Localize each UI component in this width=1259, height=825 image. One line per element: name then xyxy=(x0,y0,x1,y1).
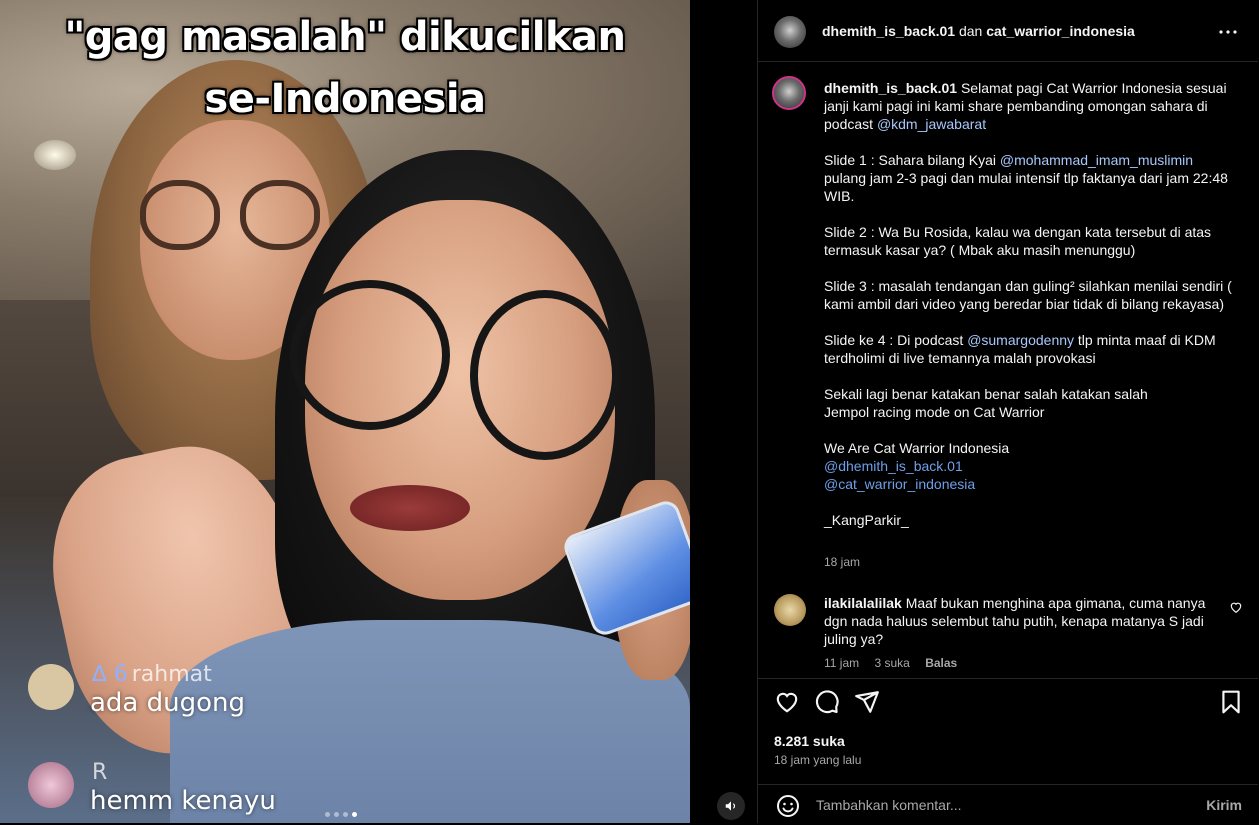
avatar xyxy=(28,762,74,808)
live-comment-name: R xyxy=(92,760,108,785)
post-actions: 8.281 suka 18 jam yang lalu Kirim xyxy=(758,678,1258,824)
caption-signoff: We Are Cat Warrior Indonesia xyxy=(824,440,1010,456)
mention-link[interactable]: @kdm_jawabarat xyxy=(877,116,986,132)
video-lips xyxy=(350,485,470,531)
caption-slide1: Slide 1 : Sahara bilang Kyai xyxy=(824,152,1000,168)
emoji-icon[interactable] xyxy=(776,794,800,818)
caption-username[interactable]: dhemith_is_back.01 xyxy=(824,80,957,96)
carousel-dot[interactable] xyxy=(343,812,348,817)
share-icon[interactable] xyxy=(854,689,880,715)
mention-link[interactable]: @mohammad_imam_muslimin xyxy=(1000,152,1193,168)
caption-slide2: Slide 2 : Wa Bu Rosida, kalau wa dengan … xyxy=(824,224,1212,258)
mention-link[interactable]: @sumargodenny xyxy=(967,332,1074,348)
coauthor-link[interactable]: cat_warrior_indonesia xyxy=(986,23,1135,39)
post-panel: dhemith_is_back.01 dan cat_warrior_indon… xyxy=(757,0,1259,823)
live-comment-name: rahmat xyxy=(131,662,212,687)
bookmark-icon[interactable] xyxy=(1218,689,1244,715)
comment-icon[interactable] xyxy=(814,689,840,715)
comment-time[interactable]: 11 jam xyxy=(824,656,859,670)
media-pane: "gag masalah" dikucilkan se-Indonesia ∆ … xyxy=(0,0,757,823)
avatar xyxy=(28,664,74,710)
reply-button[interactable]: Balas xyxy=(925,656,957,670)
audio-toggle-button[interactable] xyxy=(717,792,745,820)
video-light xyxy=(34,140,76,170)
comment-likes[interactable]: 3 suka xyxy=(874,656,909,670)
carousel-dot-active[interactable] xyxy=(352,812,357,817)
comment-meta: 11 jam 3 suka Balas xyxy=(824,656,969,670)
live-comment-text: ada dugong xyxy=(90,688,246,718)
avatar[interactable] xyxy=(774,16,806,48)
mention-link[interactable]: @cat_warrior_indonesia xyxy=(824,476,975,492)
comment: ilakilalalilak Maaf bukan menghina apa g… xyxy=(824,594,1224,648)
caption-closing2: Jempol racing mode on Cat Warrior xyxy=(824,404,1045,420)
avatar[interactable] xyxy=(774,594,806,626)
carousel-dots xyxy=(325,812,357,817)
more-horizontal-icon xyxy=(1219,30,1237,34)
video-glasses-back xyxy=(140,180,330,260)
post-comment-button[interactable]: Kirim xyxy=(1206,797,1242,813)
caption-slide1-rest: pulang jam 2-3 pagi dan mulai intensif t… xyxy=(824,170,1228,204)
comment-like-icon[interactable] xyxy=(1229,600,1243,614)
post-timestamp[interactable]: 18 jam yang lalu xyxy=(774,753,861,767)
comment-input[interactable] xyxy=(814,796,1178,814)
likes-count[interactable]: 8.281 suka xyxy=(774,733,845,749)
carousel-dot[interactable] xyxy=(325,812,330,817)
mention-link[interactable]: @dhemith_is_back.01 xyxy=(824,458,963,474)
live-comment-text: hemm kenayu xyxy=(90,786,276,816)
caption-slide4: Slide ke 4 : Di podcast xyxy=(824,332,968,348)
video-player[interactable]: "gag masalah" dikucilkan se-Indonesia ∆ … xyxy=(0,0,690,823)
caption-author: _KangParkir_ xyxy=(824,512,909,528)
avatar[interactable] xyxy=(772,76,806,110)
comment-bar: Kirim xyxy=(758,784,1258,825)
video-caption-line2: se-Indonesia xyxy=(204,76,486,122)
video-caption-line1: "gag masalah" dikucilkan xyxy=(64,14,626,60)
carousel-dot[interactable] xyxy=(334,812,339,817)
conjunction: dan xyxy=(958,23,983,39)
caption-closing1: Sekali lagi benar katakan benar salah ka… xyxy=(824,386,1148,402)
post-authors: dhemith_is_back.01 dan cat_warrior_indon… xyxy=(822,23,1135,39)
caption-time[interactable]: 18 jam xyxy=(824,555,860,569)
author-link[interactable]: dhemith_is_back.01 xyxy=(822,23,955,39)
caption-slide3: Slide 3 : masalah tendangan dan guling² … xyxy=(824,278,1232,312)
more-options-button[interactable] xyxy=(1216,20,1240,44)
post-caption: dhemith_is_back.01 Selamat pagi Cat Warr… xyxy=(824,79,1234,547)
post-header: dhemith_is_back.01 dan cat_warrior_indon… xyxy=(758,0,1258,62)
video-glasses-front xyxy=(290,280,630,470)
speaker-icon xyxy=(725,801,736,811)
badge: ∆ 6 xyxy=(92,662,128,687)
comment-username[interactable]: ilakilalalilak xyxy=(824,595,902,611)
heart-icon[interactable] xyxy=(774,689,800,715)
